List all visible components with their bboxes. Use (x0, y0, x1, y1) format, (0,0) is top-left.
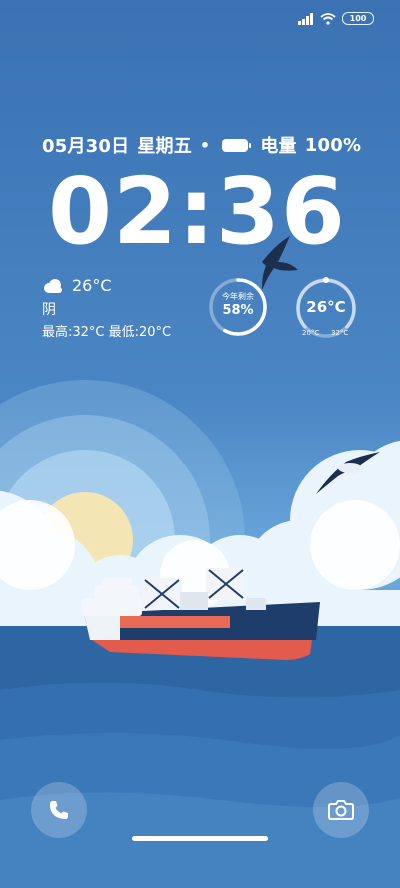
weather-condition: 阴 (42, 302, 56, 318)
battery-icon (222, 138, 252, 152)
battery-icon: 100 (342, 12, 374, 25)
camera-icon (328, 800, 354, 820)
phone-button[interactable] (31, 782, 87, 838)
camera-button[interactable] (313, 782, 369, 838)
wifi-icon (320, 12, 336, 25)
cloud-icon (44, 278, 62, 293)
phone-icon (50, 801, 68, 819)
battery-label: 电量 (260, 136, 297, 157)
signal-icon (298, 12, 313, 25)
gauge-high-temp: 32°C (331, 329, 349, 337)
gauge-temp-value: 26°C (306, 298, 346, 316)
year-remaining-label: 今年剩余 (222, 292, 254, 301)
gauge-marker (323, 277, 329, 283)
temperature-gauge-widget[interactable]: 26°C 20°C 32°C (293, 275, 359, 341)
battery-percent: 100% (304, 134, 362, 156)
gauge-low-temp: 20°C (302, 329, 320, 337)
date-battery-row: 05月30日 星期五 • 电量 100% (42, 132, 361, 158)
weather-temp: 26°C (72, 276, 112, 295)
home-indicator[interactable] (132, 836, 268, 841)
weekday-text: 星期五 (137, 136, 192, 157)
year-remaining-value: 58% (222, 303, 254, 318)
sea (0, 626, 400, 888)
clock-time: 02:36 (48, 158, 346, 265)
weather-summary[interactable]: 26°C 阴 最高:32°C 最低:20°C (42, 276, 171, 340)
status-bar: 100 (298, 12, 374, 25)
date-text: 05月30日 (42, 136, 130, 157)
separator: • (199, 135, 211, 155)
year-remaining-widget[interactable]: 今年剩余 58% (206, 275, 270, 339)
weather-high-low: 最高:32°C 最低:20°C (42, 325, 172, 340)
